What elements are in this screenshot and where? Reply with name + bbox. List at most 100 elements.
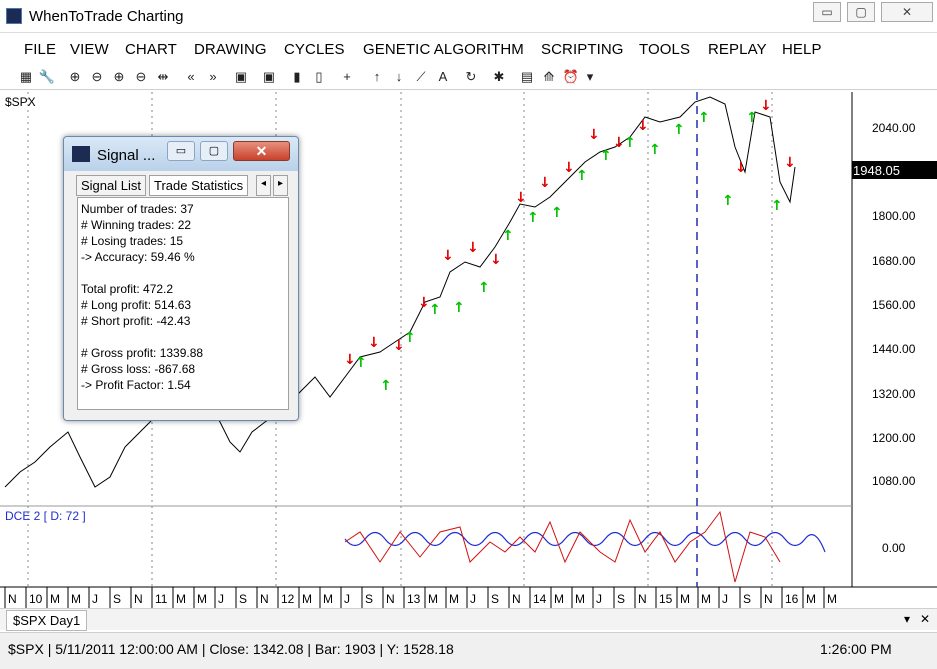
x-axis-label: J (722, 592, 728, 606)
status-bar: $SPX | 5/11/2011 12:00:00 AM | Close: 13… (0, 632, 937, 669)
x-axis-label: S (743, 592, 751, 606)
chart-icon[interactable]: ▦ (17, 68, 35, 86)
status-text: $SPX | 5/11/2011 12:00:00 AM | Close: 13… (8, 641, 454, 657)
x-axis-label: M (827, 592, 837, 606)
buy-arrow: ↑ (551, 205, 563, 221)
more-icon[interactable]: ▾ (584, 68, 596, 86)
price-tick: 1800.00 (872, 209, 916, 223)
zoom-reset-icon[interactable]: ⊖ (132, 68, 150, 86)
x-axis-label: M (323, 592, 333, 606)
x-axis-label: N (638, 592, 647, 606)
scroll-start-icon[interactable]: « (182, 68, 200, 86)
price-tick: 1320.00 (872, 387, 916, 401)
dialog-close-button[interactable]: ✕ (233, 141, 290, 161)
x-axis-label: M (554, 592, 564, 606)
sell-arrow: ↓ (442, 248, 454, 264)
zoom-in-icon[interactable]: ⊕ (66, 68, 84, 86)
menu-replay[interactable]: REPLAY (708, 41, 767, 58)
x-axis-label: N (260, 592, 269, 606)
buy-arrow: ↑ (746, 110, 758, 126)
battery-icon[interactable]: ▮ (288, 68, 306, 86)
sell-arrow: ↓ (613, 135, 625, 151)
arrow-up-icon[interactable]: ↑ (368, 68, 386, 86)
refresh-icon[interactable]: ↻ (462, 68, 480, 86)
tab-scroll-left-icon[interactable]: ◂ (256, 175, 272, 196)
toolbar: ▦ 🔧 ⊕ ⊖ ⊕ ⊖ ⇹ « » ▣ ▣ ▮ ▯ + ↑ ↓ ⟋ A ↻ ✱ … (0, 64, 937, 90)
buy-arrow: ↑ (600, 148, 612, 164)
sell-arrow: ↓ (760, 98, 772, 114)
alarm-icon[interactable]: ⏰ (562, 68, 580, 86)
buy-arrow: ↑ (380, 378, 392, 394)
sell-arrow: ↓ (515, 190, 527, 206)
battery-empty-icon[interactable]: ▯ (310, 68, 328, 86)
sell-arrow: ↓ (368, 335, 380, 351)
x-axis-label: M (50, 592, 60, 606)
chart-line-icon[interactable]: ⟰ (540, 68, 558, 86)
wrench-icon[interactable]: 🔧 (38, 68, 56, 86)
panel-icon[interactable]: ▤ (518, 68, 536, 86)
menu-genetic-algorithm[interactable]: GENETIC ALGORITHM (363, 41, 524, 58)
x-axis-label: 15 (659, 592, 673, 606)
menu-cycles[interactable]: CYCLES (284, 41, 345, 58)
tab-menu-icon[interactable]: ▾ (904, 612, 910, 626)
status-time: 1:26:00 PM (820, 641, 892, 657)
dialog-app-icon (72, 146, 90, 162)
dialog-title-bar[interactable]: Signal ... ▭ ▢ ✕ (64, 137, 298, 171)
menu-help[interactable]: HELP (782, 41, 822, 58)
x-axis-label: M (197, 592, 207, 606)
menu-view[interactable]: VIEW (70, 41, 109, 58)
scroll-end-icon[interactable]: » (204, 68, 222, 86)
bug-icon[interactable]: ✱ (490, 68, 508, 86)
price-tick: 2040.00 (872, 121, 916, 135)
zoom-fit-icon[interactable]: ⊕ (110, 68, 128, 86)
line-icon[interactable]: ⟋ (412, 68, 430, 86)
x-axis-label: J (344, 592, 350, 606)
range-icon[interactable]: ⇹ (154, 68, 172, 86)
buy-arrow: ↑ (722, 193, 734, 209)
tab-trade-statistics[interactable]: Trade Statistics (149, 175, 249, 196)
x-axis-label: 11 (155, 592, 168, 606)
menu-scripting[interactable]: SCRIPTING (541, 41, 624, 58)
menu-drawing[interactable]: DRAWING (194, 41, 267, 58)
price-tick: 1680.00 (872, 254, 916, 268)
dialog-maximize-button[interactable]: ▢ (200, 141, 228, 161)
price-tick: 1560.00 (872, 298, 916, 312)
buy-arrow: ↑ (771, 198, 783, 214)
x-axis-label: N (764, 592, 773, 606)
grid-b-icon[interactable]: ▣ (260, 68, 278, 86)
minimize-button[interactable]: ▭ (813, 2, 841, 22)
x-axis-label: M (701, 592, 711, 606)
x-axis-label: 14 (533, 592, 547, 606)
x-axis-label: S (239, 592, 247, 606)
text-icon[interactable]: A (434, 68, 452, 86)
x-axis-label: M (176, 592, 186, 606)
crosshair-icon[interactable]: + (338, 68, 356, 86)
sell-arrow: ↓ (563, 160, 575, 176)
tab-signal-list[interactable]: Signal List (76, 175, 146, 196)
sell-arrow: ↓ (637, 118, 649, 134)
stat-gross-profit: # Gross profit: 1339.88 (81, 346, 204, 360)
stat-total-profit: Total profit: 472.2 (81, 282, 174, 296)
x-axis-label: S (113, 592, 121, 606)
stat-accuracy: -> Accuracy: 59.46 % (81, 250, 195, 264)
dialog-minimize-button[interactable]: ▭ (167, 141, 195, 161)
close-button[interactable]: ✕ (881, 2, 933, 22)
buy-arrow: ↑ (404, 330, 416, 346)
sell-arrow: ↓ (588, 127, 600, 143)
grid-a-icon[interactable]: ▣ (232, 68, 250, 86)
x-axis-label: N (386, 592, 395, 606)
stat-number-of-trades: Number of trades: 37 (81, 202, 194, 216)
buy-arrow: ↑ (355, 355, 367, 371)
zoom-out-icon[interactable]: ⊖ (88, 68, 106, 86)
menu-chart[interactable]: CHART (125, 41, 177, 58)
buy-arrow: ↑ (429, 302, 441, 318)
tab-scroll-right-icon[interactable]: ▸ (273, 175, 289, 196)
menu-bar: FILE VIEW CHART DRAWING CYCLES GENETIC A… (0, 38, 937, 62)
arrow-down-icon[interactable]: ↓ (390, 68, 408, 86)
maximize-button[interactable]: ▢ (847, 2, 875, 22)
chart-tab-spx-day1[interactable]: $SPX Day1 (6, 610, 88, 631)
menu-tools[interactable]: TOOLS (639, 41, 690, 58)
indicator-label: DCE 2 [ D: 72 ] (5, 509, 86, 523)
tab-close-icon[interactable]: ✕ (920, 612, 930, 626)
menu-file[interactable]: FILE (24, 41, 56, 58)
